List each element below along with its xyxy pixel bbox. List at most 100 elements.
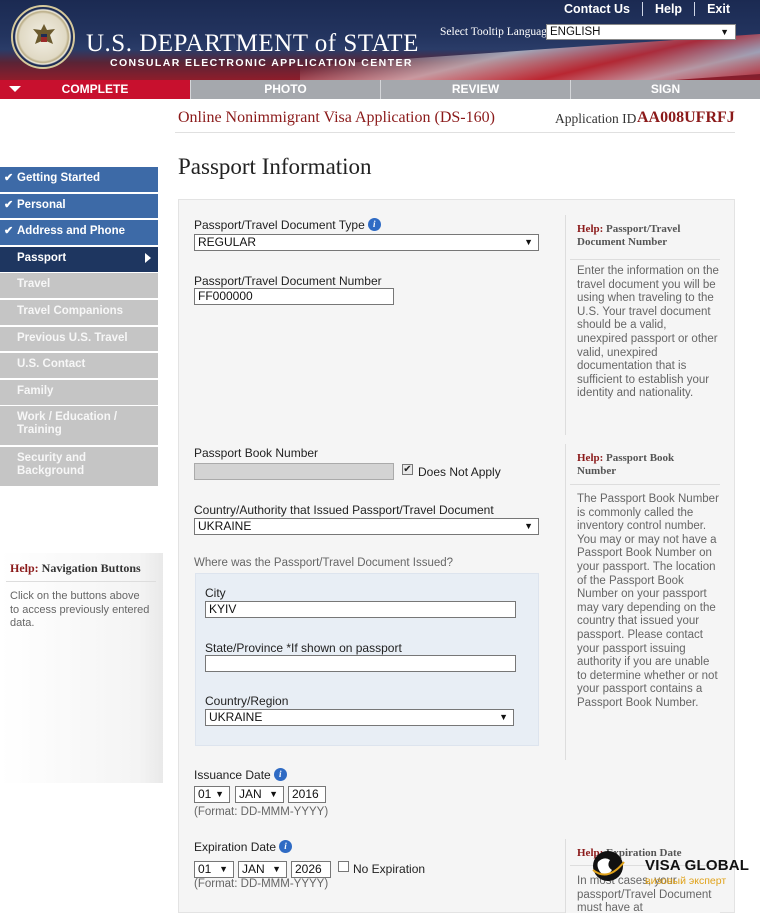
department-title: U.S. DEPARTMENT of STATE bbox=[86, 30, 419, 57]
issuance-year-input[interactable]: 2016 bbox=[288, 786, 326, 803]
doc-type-label: Passport/Travel Document Type bbox=[194, 218, 365, 232]
issuing-country-value: UKRAINE bbox=[198, 519, 252, 533]
issuance-month-select[interactable]: JAN ▼ bbox=[235, 786, 284, 803]
section-nav: ✔ Getting Started ✔ Personal ✔ Address a… bbox=[0, 167, 158, 488]
step-photo[interactable]: PHOTO bbox=[190, 80, 380, 99]
sidebar-item-travel: Travel bbox=[0, 273, 158, 299]
chevron-down-icon: ▼ bbox=[215, 789, 224, 799]
expiration-month-select[interactable]: JAN ▼ bbox=[238, 861, 287, 878]
sidebar-item-label: Work / Education / Training bbox=[17, 411, 118, 437]
does-not-apply-checkbox[interactable]: ✔ bbox=[402, 464, 413, 475]
chevron-down-icon: ▼ bbox=[272, 864, 281, 874]
state-input[interactable] bbox=[205, 655, 516, 672]
issuance-label-row: Issuance Date i bbox=[194, 768, 287, 782]
issuance-day-value: 01 bbox=[198, 787, 212, 801]
doc-number-input[interactable]: FF000000 bbox=[194, 288, 394, 305]
issuance-month-value: JAN bbox=[239, 787, 262, 801]
contact-us-link[interactable]: Contact Us bbox=[552, 2, 642, 16]
chevron-down-icon: ▼ bbox=[499, 712, 508, 722]
step-sign-label: SIGN bbox=[650, 82, 681, 96]
title-divider bbox=[175, 132, 735, 133]
does-not-apply-label: Does Not Apply bbox=[418, 465, 501, 479]
step-review-label: REVIEW bbox=[451, 82, 500, 96]
tooltip-language-value: ENGLISH bbox=[550, 26, 601, 38]
help-book-number: Help: Passport Book Number The Passport … bbox=[565, 444, 720, 760]
sidebar-item-label: U.S. Contact bbox=[17, 358, 86, 371]
help-column-divider bbox=[565, 215, 566, 435]
sidebar-item-travel-companions: Travel Companions bbox=[0, 299, 158, 325]
help-link[interactable]: Help bbox=[641, 2, 694, 16]
step-complete-label: COMPLETE bbox=[61, 82, 129, 96]
watermark-tagline: визовый эксперт bbox=[645, 875, 727, 887]
help-doc-number-title: Help: Passport/Travel Document Number bbox=[577, 223, 712, 249]
sidebar-item-us-contact: U.S. Contact bbox=[0, 353, 158, 378]
sidebar-item-personal[interactable]: ✔ Personal bbox=[0, 193, 158, 219]
step-sign[interactable]: SIGN bbox=[570, 80, 760, 99]
city-label: City bbox=[205, 586, 226, 600]
sidebar-item-work-education-training: Work / Education / Training bbox=[0, 406, 158, 446]
issuance-format-hint: (Format: DD-MMM-YYYY) bbox=[194, 806, 329, 818]
help-navigation-title: Help: Navigation Buttons bbox=[10, 561, 141, 576]
department-seal-logo bbox=[11, 5, 75, 69]
help-book-number-text: The Passport Book Number is commonly cal… bbox=[577, 493, 719, 709]
sidebar-item-label: Getting Started bbox=[17, 172, 101, 184]
sidebar-item-family: Family bbox=[0, 379, 158, 405]
chevron-down-icon: ▼ bbox=[524, 521, 533, 531]
no-expiration-checkbox[interactable] bbox=[338, 861, 349, 872]
tooltip-language-select[interactable]: ENGLISH ▼ bbox=[546, 24, 736, 40]
step-complete[interactable]: COMPLETE bbox=[0, 80, 190, 99]
step-photo-label: PHOTO bbox=[264, 82, 307, 96]
issuance-day-select[interactable]: 01 ▼ bbox=[194, 786, 230, 803]
issuance-date-label: Issuance Date bbox=[194, 768, 271, 782]
chevron-down-icon: ▼ bbox=[269, 789, 278, 799]
sidebar-item-label: Family bbox=[17, 384, 54, 397]
issuing-country-select[interactable]: UKRAINE ▼ bbox=[194, 518, 539, 535]
help-divider bbox=[570, 484, 720, 485]
caret-down-icon bbox=[9, 86, 21, 92]
form-title: Online Nonimmigrant Visa Application (DS… bbox=[178, 109, 495, 126]
country-region-label: Country/Region bbox=[205, 694, 289, 708]
help-doc-number: Help: Passport/Travel Document Number En… bbox=[565, 215, 720, 435]
expiration-date-label: Expiration Date bbox=[194, 840, 277, 854]
sidebar-item-label: Previous U.S. Travel bbox=[17, 331, 128, 344]
doc-type-select[interactable]: REGULAR ▼ bbox=[194, 234, 539, 251]
info-icon[interactable]: i bbox=[367, 218, 381, 231]
sidebar-item-label: Address and Phone bbox=[17, 225, 125, 238]
sidebar-item-label: Passport bbox=[17, 251, 67, 264]
country-region-select[interactable]: UKRAINE ▼ bbox=[205, 709, 514, 726]
step-review[interactable]: REVIEW bbox=[380, 80, 570, 99]
checkmark-icon: ✔ bbox=[4, 172, 14, 184]
expiration-label-row: Expiration Date i bbox=[194, 840, 293, 854]
checkmark-icon: ✔ bbox=[4, 198, 14, 211]
sidebar-item-label: Personal bbox=[17, 198, 66, 211]
expiration-day-value: 01 bbox=[198, 862, 212, 876]
expiration-year-input[interactable]: 2026 bbox=[291, 861, 331, 878]
issued-where-label: Where was the Passport/Travel Document I… bbox=[194, 557, 454, 569]
book-number-label: Passport Book Number bbox=[194, 446, 319, 460]
page-heading: Passport Information bbox=[178, 154, 372, 179]
doc-type-value: REGULAR bbox=[198, 235, 257, 249]
info-icon[interactable]: i bbox=[273, 768, 287, 781]
state-label: State/Province *If shown on passport bbox=[205, 641, 402, 655]
sidebar-item-address-and-phone[interactable]: ✔ Address and Phone bbox=[0, 220, 158, 245]
help-prefix: Help: bbox=[577, 223, 604, 235]
help-column-divider bbox=[565, 839, 566, 913]
info-icon[interactable]: i bbox=[279, 840, 293, 853]
help-navigation-text: Click on the buttons above to access pre… bbox=[10, 590, 150, 629]
visa-global-watermark: VISA GLOBAL визовый эксперт bbox=[590, 848, 750, 892]
expiration-day-select[interactable]: 01 ▼ bbox=[194, 861, 234, 878]
sidebar-item-getting-started[interactable]: ✔ Getting Started bbox=[0, 167, 158, 192]
city-input[interactable]: KYIV bbox=[205, 601, 516, 618]
help-title-text: Navigation Buttons bbox=[41, 561, 141, 575]
application-id-value: AA008UFRFJ bbox=[637, 109, 735, 126]
sidebar-item-label: Security and Background bbox=[17, 452, 87, 478]
exit-link[interactable]: Exit bbox=[694, 2, 742, 16]
site-header: U.S. DEPARTMENT of STATE CONSULAR ELECTR… bbox=[0, 0, 760, 80]
help-book-number-title: Help: Passport Book Number bbox=[577, 452, 712, 478]
book-number-input[interactable] bbox=[194, 463, 394, 480]
doc-number-label: Passport/Travel Document Number bbox=[194, 274, 382, 288]
top-links: Contact Us Help Exit bbox=[552, 2, 742, 16]
expiration-month-value: JAN bbox=[242, 862, 265, 876]
sidebar-item-passport[interactable]: Passport bbox=[0, 246, 158, 272]
no-expiration-label: No Expiration bbox=[353, 862, 426, 876]
